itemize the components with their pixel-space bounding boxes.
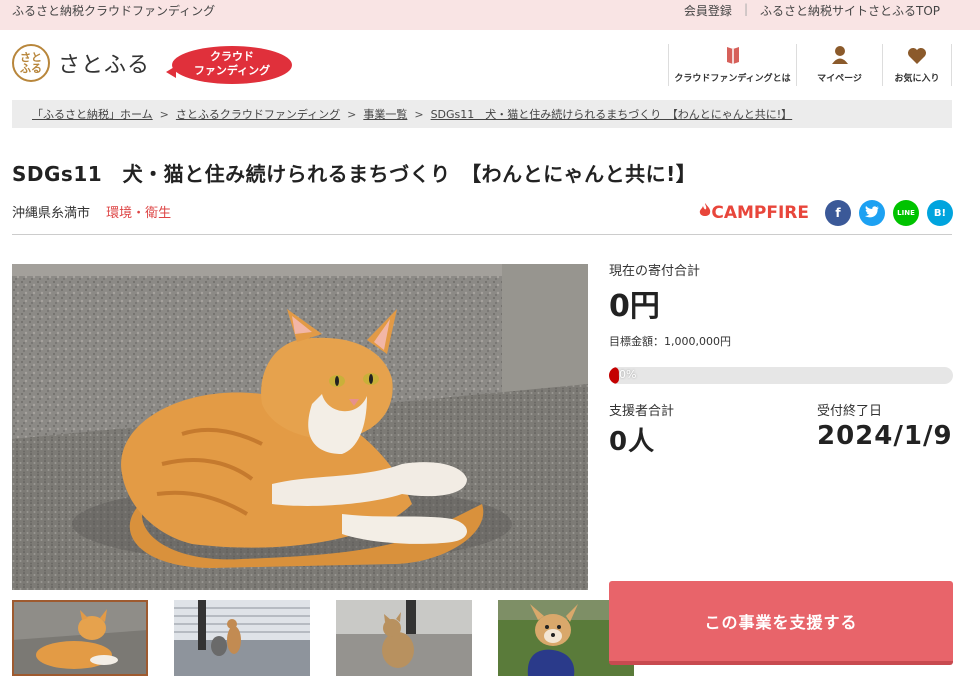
- flame-icon: [700, 203, 711, 216]
- breadcrumb-current[interactable]: SDGs11 犬・猫と住み続けられるまちづくり 【わんとにゃんと共に!】: [431, 108, 793, 121]
- heart-icon: [907, 47, 927, 69]
- supporters-value: 0人: [609, 427, 656, 457]
- campfire-logo: CAMPFIRE: [699, 203, 809, 223]
- header-nav: クラウドファンディングとは マイページ お気に入り: [668, 44, 952, 86]
- nav-label: クラウドファンディングとは: [674, 74, 791, 84]
- project-location: 沖縄県糸満市: [12, 206, 91, 221]
- register-link[interactable]: 会員登録: [672, 2, 744, 19]
- line-share-button[interactable]: LINE: [893, 200, 919, 226]
- current-total-amount: 0円: [609, 289, 660, 324]
- progress-bar: 0%: [609, 367, 953, 384]
- logo-wordmark: さとふる: [58, 52, 151, 77]
- project-meta: 沖縄県糸満市 環境・衛生: [12, 202, 171, 221]
- project-category[interactable]: 環境・衛生: [106, 206, 171, 221]
- twitter-share-button[interactable]: [859, 200, 885, 226]
- breadcrumb-crowdfunding[interactable]: さとふるクラウドファンディング: [176, 108, 340, 121]
- thumbnail-strip: [12, 600, 634, 676]
- deadline-label: 受付終了日: [817, 404, 883, 419]
- top-links: 会員登録 | ふるさと納税サイトさとふるTOP: [672, 2, 952, 19]
- divider: [12, 234, 952, 235]
- page-title: SDGs11 犬・猫と住み続けられるまちづくり 【わんとにゃんと共に!】: [12, 162, 697, 186]
- breadcrumb: 「ふるさと納税」ホーム > さとふるクラウドファンディング > 事業一覧 > SDGs11 …: [12, 100, 952, 128]
- thumbnail-cat-orange[interactable]: [12, 600, 148, 676]
- nav-label: マイページ: [817, 74, 862, 84]
- satofull-logo[interactable]: さと ふる さとふる: [12, 44, 150, 82]
- donation-panel: 現在の寄付合計 0円 目標金額：1,000,000円 0% 支援者合計 0人 受…: [609, 260, 953, 458]
- nav-label: お気に入り: [894, 74, 940, 84]
- nav-about-crowdfunding[interactable]: クラウドファンディングとは: [668, 44, 796, 86]
- deadline-value: 2024/1/9: [817, 421, 953, 451]
- badge-line2: ファンディング: [193, 64, 271, 77]
- partner-name: CAMPFIRE: [711, 203, 809, 223]
- site-header: さと ふる さとふる クラウド ファンディング クラウドファンディングとは マイ…: [0, 30, 980, 98]
- twitter-icon: [865, 205, 879, 221]
- book-icon: [725, 45, 741, 69]
- thumbnail-image: [12, 600, 148, 676]
- line-icon: LINE: [897, 209, 915, 217]
- crowdfunding-badge: クラウド ファンディング: [166, 46, 292, 84]
- hatena-icon: B!: [933, 207, 947, 219]
- current-total-label: 現在の寄付合計: [609, 264, 701, 279]
- hatena-share-button[interactable]: B!: [927, 200, 953, 226]
- deadline-block: 受付終了日 2024/1/9: [817, 400, 953, 458]
- logo-mark: さと ふる: [12, 44, 50, 82]
- breadcrumb-home[interactable]: 「ふるさと納税」ホーム: [32, 108, 153, 121]
- cat-photo: [12, 264, 588, 590]
- main-project-image: [12, 264, 588, 590]
- supporters-label: 支援者合計: [609, 404, 675, 419]
- site-tagline: ふるさと納税クラウドファンディング: [12, 4, 216, 18]
- goal-amount: 目標金額：1,000,000円: [609, 335, 731, 348]
- nav-favorites[interactable]: お気に入り: [882, 44, 952, 86]
- badge-line1: クラウド: [210, 50, 254, 63]
- stats-row: 支援者合計 0人 受付終了日 2024/1/9: [609, 400, 953, 458]
- share-bar: CAMPFIRE f LINE B!: [699, 200, 953, 226]
- person-icon: [831, 45, 849, 69]
- thumbnail-cat-sitting[interactable]: [336, 600, 472, 676]
- thumbnail-image: [336, 600, 472, 676]
- support-button[interactable]: この事業を支援する: [609, 581, 953, 665]
- facebook-icon: f: [835, 206, 841, 220]
- nav-mypage[interactable]: マイページ: [796, 44, 882, 86]
- breadcrumb-project-list[interactable]: 事業一覧: [363, 108, 407, 121]
- supporters-block: 支援者合計 0人: [609, 400, 817, 458]
- progress-percent: 0%: [619, 368, 637, 381]
- progress-fill: [609, 367, 619, 384]
- facebook-share-button[interactable]: f: [825, 200, 851, 226]
- thumbnail-cats-garage[interactable]: [174, 600, 310, 676]
- satofull-top-link[interactable]: ふるさと納税サイトさとふるTOP: [748, 2, 952, 19]
- thumbnail-image: [174, 600, 310, 676]
- top-bar: ふるさと納税クラウドファンディング 会員登録 | ふるさと納税サイトさとふるTO…: [0, 0, 980, 30]
